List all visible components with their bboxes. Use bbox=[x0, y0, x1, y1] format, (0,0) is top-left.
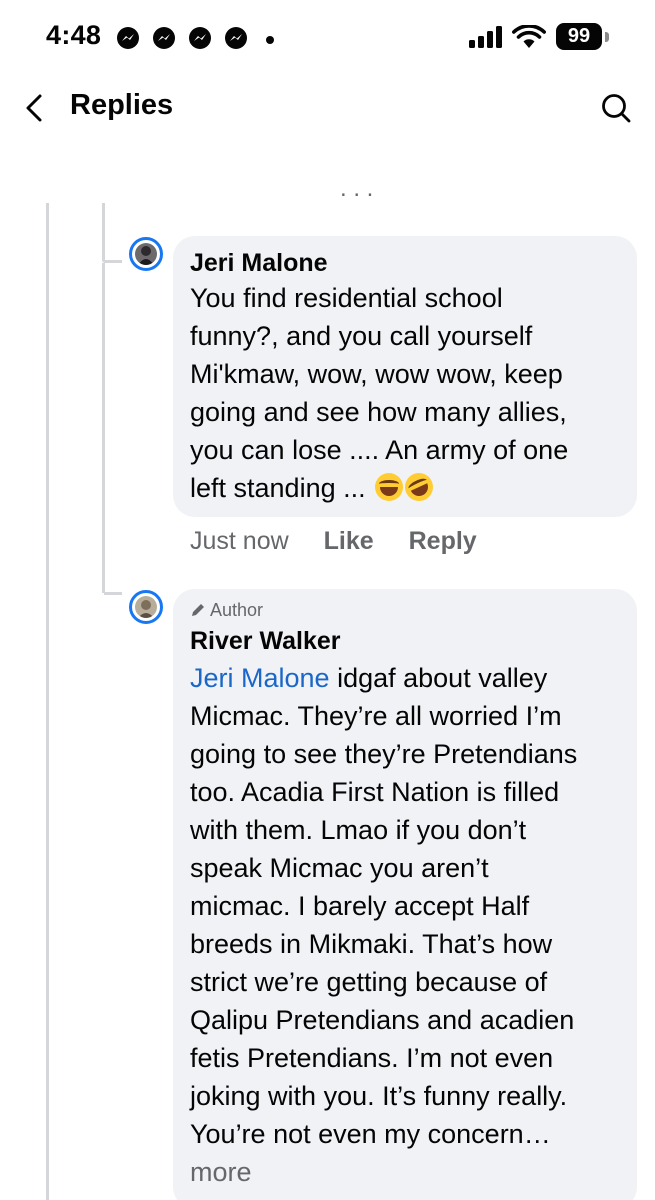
messenger-icon bbox=[153, 27, 175, 49]
comment-line: you can lose .... An army of one bbox=[190, 435, 569, 465]
status-bar: 4:48 99 bbox=[0, 0, 655, 72]
header-bar: Replies bbox=[0, 72, 655, 146]
wifi-icon bbox=[512, 25, 546, 48]
mention-link[interactable]: Jeri Malone bbox=[190, 663, 330, 693]
comment-line: with them. Lmao if you don’t bbox=[190, 815, 527, 845]
comment-line: too. Acadia First Nation is filled bbox=[190, 777, 560, 807]
comment-bubble: Author River Walker Jeri Malone idgaf ab… bbox=[173, 589, 637, 1200]
comment-line-first: Jeri Malone idgaf about valley bbox=[190, 659, 577, 697]
comment-line: idgaf about valley bbox=[337, 663, 548, 693]
comment-text: You find residential school funny?, and … bbox=[190, 279, 568, 507]
comment-line: Mi'kmaw, wow, wow wow, keep bbox=[190, 359, 563, 389]
battery-indicator: 99 bbox=[556, 23, 602, 50]
comment-actions: Just now Like Reply bbox=[190, 527, 505, 556]
author-badge: Author bbox=[190, 600, 263, 621]
comment-line: micmac. I barely accept Half bbox=[190, 891, 530, 921]
replies-screen: 4:48 99 Replies . . . Jeri Malone You fi… bbox=[0, 0, 655, 1200]
thread-line-outer bbox=[46, 203, 49, 1200]
comment-line: funny?, and you call yourself bbox=[190, 321, 533, 351]
battery-tip bbox=[605, 32, 609, 42]
comment-line: breeds in Mikmaki. That’s how bbox=[190, 929, 553, 959]
comment-author[interactable]: Jeri Malone bbox=[190, 249, 328, 278]
comment-line: Qalipu Pretendians and acadien bbox=[190, 1005, 575, 1035]
pencil-icon bbox=[192, 604, 204, 616]
thread-connector bbox=[104, 260, 122, 263]
more-notifications-dot bbox=[266, 36, 274, 44]
comment-line: left standing ... bbox=[190, 473, 366, 503]
avatar[interactable] bbox=[129, 590, 163, 624]
rolling-laughing-emoji-icon bbox=[400, 468, 438, 506]
comment-line: You find residential school bbox=[190, 283, 503, 313]
see-more-link[interactable]: more bbox=[190, 1153, 577, 1191]
comment-line: Micmac. They’re all worried I’m bbox=[190, 701, 562, 731]
messenger-icon bbox=[225, 27, 247, 49]
comment-bubble: Jeri Malone You find residential school … bbox=[173, 236, 637, 517]
thread-connector bbox=[104, 592, 122, 595]
thread-line-inner bbox=[102, 203, 105, 263]
messenger-icon bbox=[189, 27, 211, 49]
status-time: 4:48 bbox=[46, 20, 102, 50]
comment-text: Jeri Malone idgaf about valley Micmac. T… bbox=[190, 659, 577, 1191]
comment-line: You’re not even my concern… bbox=[190, 1119, 551, 1149]
previous-reply-cutoff: . . . bbox=[340, 187, 374, 202]
back-arrow-icon[interactable] bbox=[20, 90, 50, 126]
comment-line: speak Micmac you aren’t bbox=[190, 853, 489, 883]
reply-button[interactable]: Reply bbox=[409, 527, 477, 555]
comment-line: fetis Pretendians. I’m not even bbox=[190, 1043, 554, 1073]
thread-line-inner bbox=[102, 263, 105, 593]
comment-line: going to see they’re Pretendians bbox=[190, 739, 578, 769]
tears-of-joy-emoji-icon bbox=[375, 473, 404, 501]
messenger-icon bbox=[117, 27, 139, 49]
profile-photo bbox=[135, 243, 157, 265]
page-title: Replies bbox=[70, 89, 174, 121]
comment-line: strict we’re getting because of bbox=[190, 967, 548, 997]
author-badge-label: Author bbox=[210, 600, 264, 620]
search-icon[interactable] bbox=[598, 90, 634, 126]
like-button[interactable]: Like bbox=[324, 527, 374, 555]
comment-author[interactable]: River Walker bbox=[190, 627, 341, 656]
comment-timestamp: Just now bbox=[190, 527, 289, 555]
cellular-signal-icon bbox=[469, 26, 505, 48]
avatar[interactable] bbox=[129, 237, 163, 271]
profile-photo bbox=[135, 596, 157, 618]
comment-line: joking with you. It’s funny really. bbox=[190, 1081, 568, 1111]
comment-line-last: left standing ... bbox=[190, 468, 568, 507]
comment-line: going and see how many allies, bbox=[190, 397, 567, 427]
